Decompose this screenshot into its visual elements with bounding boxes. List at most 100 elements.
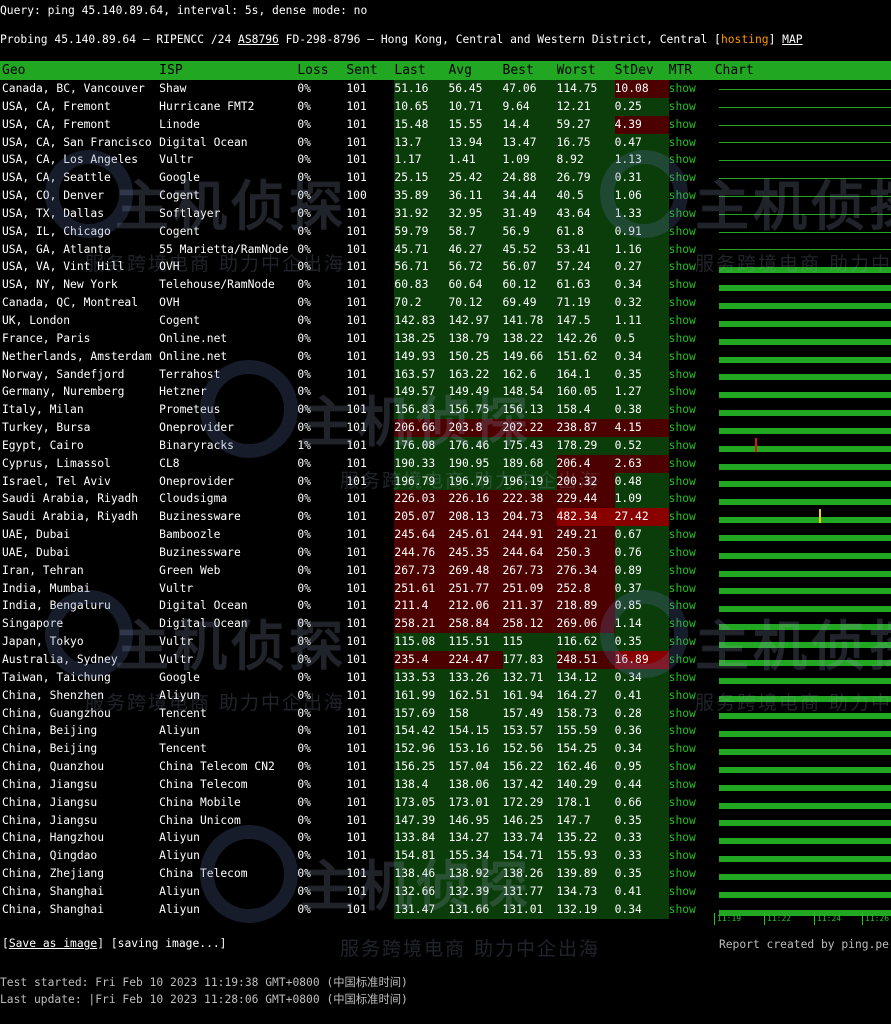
mtr-show-link[interactable]: show [669, 330, 715, 348]
table-row: Taiwan, Taichung Google 0% 101 133.53 133.26 1… [0, 668, 891, 687]
cell-isp: Google [159, 171, 200, 185]
mtr-show-link[interactable]: show [669, 776, 715, 794]
mtr-show-link[interactable]: show [669, 544, 715, 562]
mtr-show-link[interactable]: show [669, 758, 715, 776]
mtr-show-link[interactable]: show [669, 669, 715, 687]
header-mtr: MTR [668, 61, 715, 80]
cell-geo: Norway, Sandefjord [2, 367, 125, 381]
save-as-image-link[interactable]: Save as image [9, 937, 97, 950]
mtr-show-link[interactable]: show [669, 490, 715, 508]
cell-avg: 13.94 [448, 133, 503, 152]
mtr-show-link[interactable]: show [669, 705, 715, 723]
mtr-show-link[interactable]: show [669, 562, 715, 580]
mtr-show-link[interactable]: show [669, 794, 715, 812]
table-row: Saudi Arabia, Riyadh Cloudsigma 0% 101 226.0… [0, 490, 891, 509]
mtr-show-link[interactable]: show [669, 294, 715, 312]
cell-loss: 0% [297, 421, 311, 435]
table-row: UK, London Cogent 0% 101 142.83 142.97 141.78 1… [0, 311, 891, 330]
mtr-show-link[interactable]: show [669, 241, 715, 259]
mtr-show-link[interactable]: show [669, 116, 715, 134]
mtr-show-link[interactable]: show [669, 366, 715, 384]
cell-sent: 101 [346, 224, 367, 238]
map-link[interactable]: MAP [782, 33, 802, 46]
mtr-show-link[interactable]: show [669, 134, 715, 152]
cell-stdev: 0.34 [614, 740, 669, 759]
cell-isp: Digital Ocean [159, 617, 248, 631]
latency-chart [715, 490, 891, 508]
table-row: China, Guangzhou Tencent 0% 101 157.69 158 157… [0, 704, 891, 723]
mtr-show-link[interactable]: show [669, 580, 715, 598]
header-best: Best [502, 61, 557, 80]
mtr-show-link[interactable]: show [669, 258, 715, 276]
mtr-show-link[interactable]: show [669, 348, 715, 366]
mtr-show-link[interactable]: show [669, 80, 715, 98]
mtr-show-link[interactable]: show [669, 651, 715, 669]
mtr-show-link[interactable]: show [669, 687, 715, 705]
latency-bar [718, 624, 891, 631]
latency-bar [718, 534, 891, 541]
mtr-show-link[interactable]: show [669, 383, 715, 401]
cell-best: 45.52 [502, 240, 557, 259]
cell-sent: 100 [346, 189, 367, 203]
latency-bar [718, 873, 891, 880]
mtr-show-link[interactable]: show [669, 151, 715, 169]
cell-avg: 245.35 [448, 543, 503, 562]
cell-last: 176.08 [394, 436, 449, 455]
cell-worst: 206.4 [556, 454, 615, 473]
cell-last: 1.17 [394, 151, 449, 170]
mtr-show-link[interactable]: show [669, 615, 715, 633]
cell-worst: 40.5 [556, 187, 615, 205]
latency-spike [818, 509, 821, 524]
cell-stdev: 1.14 [614, 615, 669, 634]
cell-avg: 60.64 [448, 276, 503, 295]
cell-last: 10.65 [394, 97, 449, 116]
cell-geo: Singapore [2, 617, 64, 631]
mtr-show-link[interactable]: show [669, 276, 715, 294]
mtr-show-link[interactable]: show [669, 473, 715, 491]
mtr-show-link[interactable]: show [669, 205, 715, 223]
mtr-show-link[interactable]: show [669, 169, 715, 187]
mtr-show-link[interactable]: show [669, 722, 715, 740]
mtr-show-link[interactable]: show [669, 597, 715, 615]
cell-last: 149.93 [394, 347, 449, 366]
cell-isp: Buzinessware [159, 510, 241, 524]
cell-loss: 1% [297, 438, 311, 452]
cell-last: 206.66 [394, 419, 449, 437]
cell-stdev: 0.52 [614, 436, 669, 455]
cell-best: 148.54 [502, 383, 557, 402]
mtr-show-link[interactable]: show [669, 187, 715, 205]
mtr-show-link[interactable]: show [669, 401, 715, 419]
cell-best: 204.73 [502, 508, 557, 527]
mtr-show-link[interactable]: show [669, 633, 715, 651]
cell-avg: 269.48 [448, 561, 503, 580]
mtr-show-link[interactable]: show [669, 526, 715, 544]
mtr-show-link[interactable]: show [669, 847, 715, 865]
mtr-show-link[interactable]: show [669, 740, 715, 758]
cell-sent: 101 [346, 403, 367, 417]
mtr-show-link[interactable]: show [669, 812, 715, 830]
mtr-show-link[interactable]: show [669, 829, 715, 847]
mtr-show-link[interactable]: show [669, 508, 715, 526]
cell-loss: 0% [297, 599, 311, 613]
cell-stdev: 0.28 [614, 704, 669, 723]
mtr-show-link[interactable]: show [669, 312, 715, 330]
cell-avg: 208.13 [448, 508, 503, 527]
asn-link[interactable]: AS8796 [238, 33, 279, 46]
mtr-show-link[interactable]: show [669, 865, 715, 883]
mtr-show-link[interactable]: show [669, 419, 715, 437]
cell-last: 154.81 [394, 847, 449, 866]
cell-last: 149.57 [394, 383, 449, 402]
mtr-show-link[interactable]: show [669, 223, 715, 241]
cell-last: 138.25 [394, 329, 449, 348]
cell-isp: Cogent [159, 224, 200, 238]
header-chart: Chart [714, 61, 891, 80]
probe-close: ] [768, 33, 783, 46]
mtr-show-link[interactable]: show [669, 98, 715, 116]
mtr-show-link[interactable]: show [669, 901, 715, 919]
mtr-show-link[interactable]: show [669, 437, 715, 455]
mtr-show-link[interactable]: show [669, 455, 715, 473]
table-header: Geo ISP Loss Sent Last Avg Best Worst StDev MTR Ch… [0, 61, 891, 80]
mtr-show-link[interactable]: show [669, 883, 715, 901]
cell-avg: 15.55 [448, 115, 503, 134]
cell-loss: 0% [297, 688, 311, 702]
